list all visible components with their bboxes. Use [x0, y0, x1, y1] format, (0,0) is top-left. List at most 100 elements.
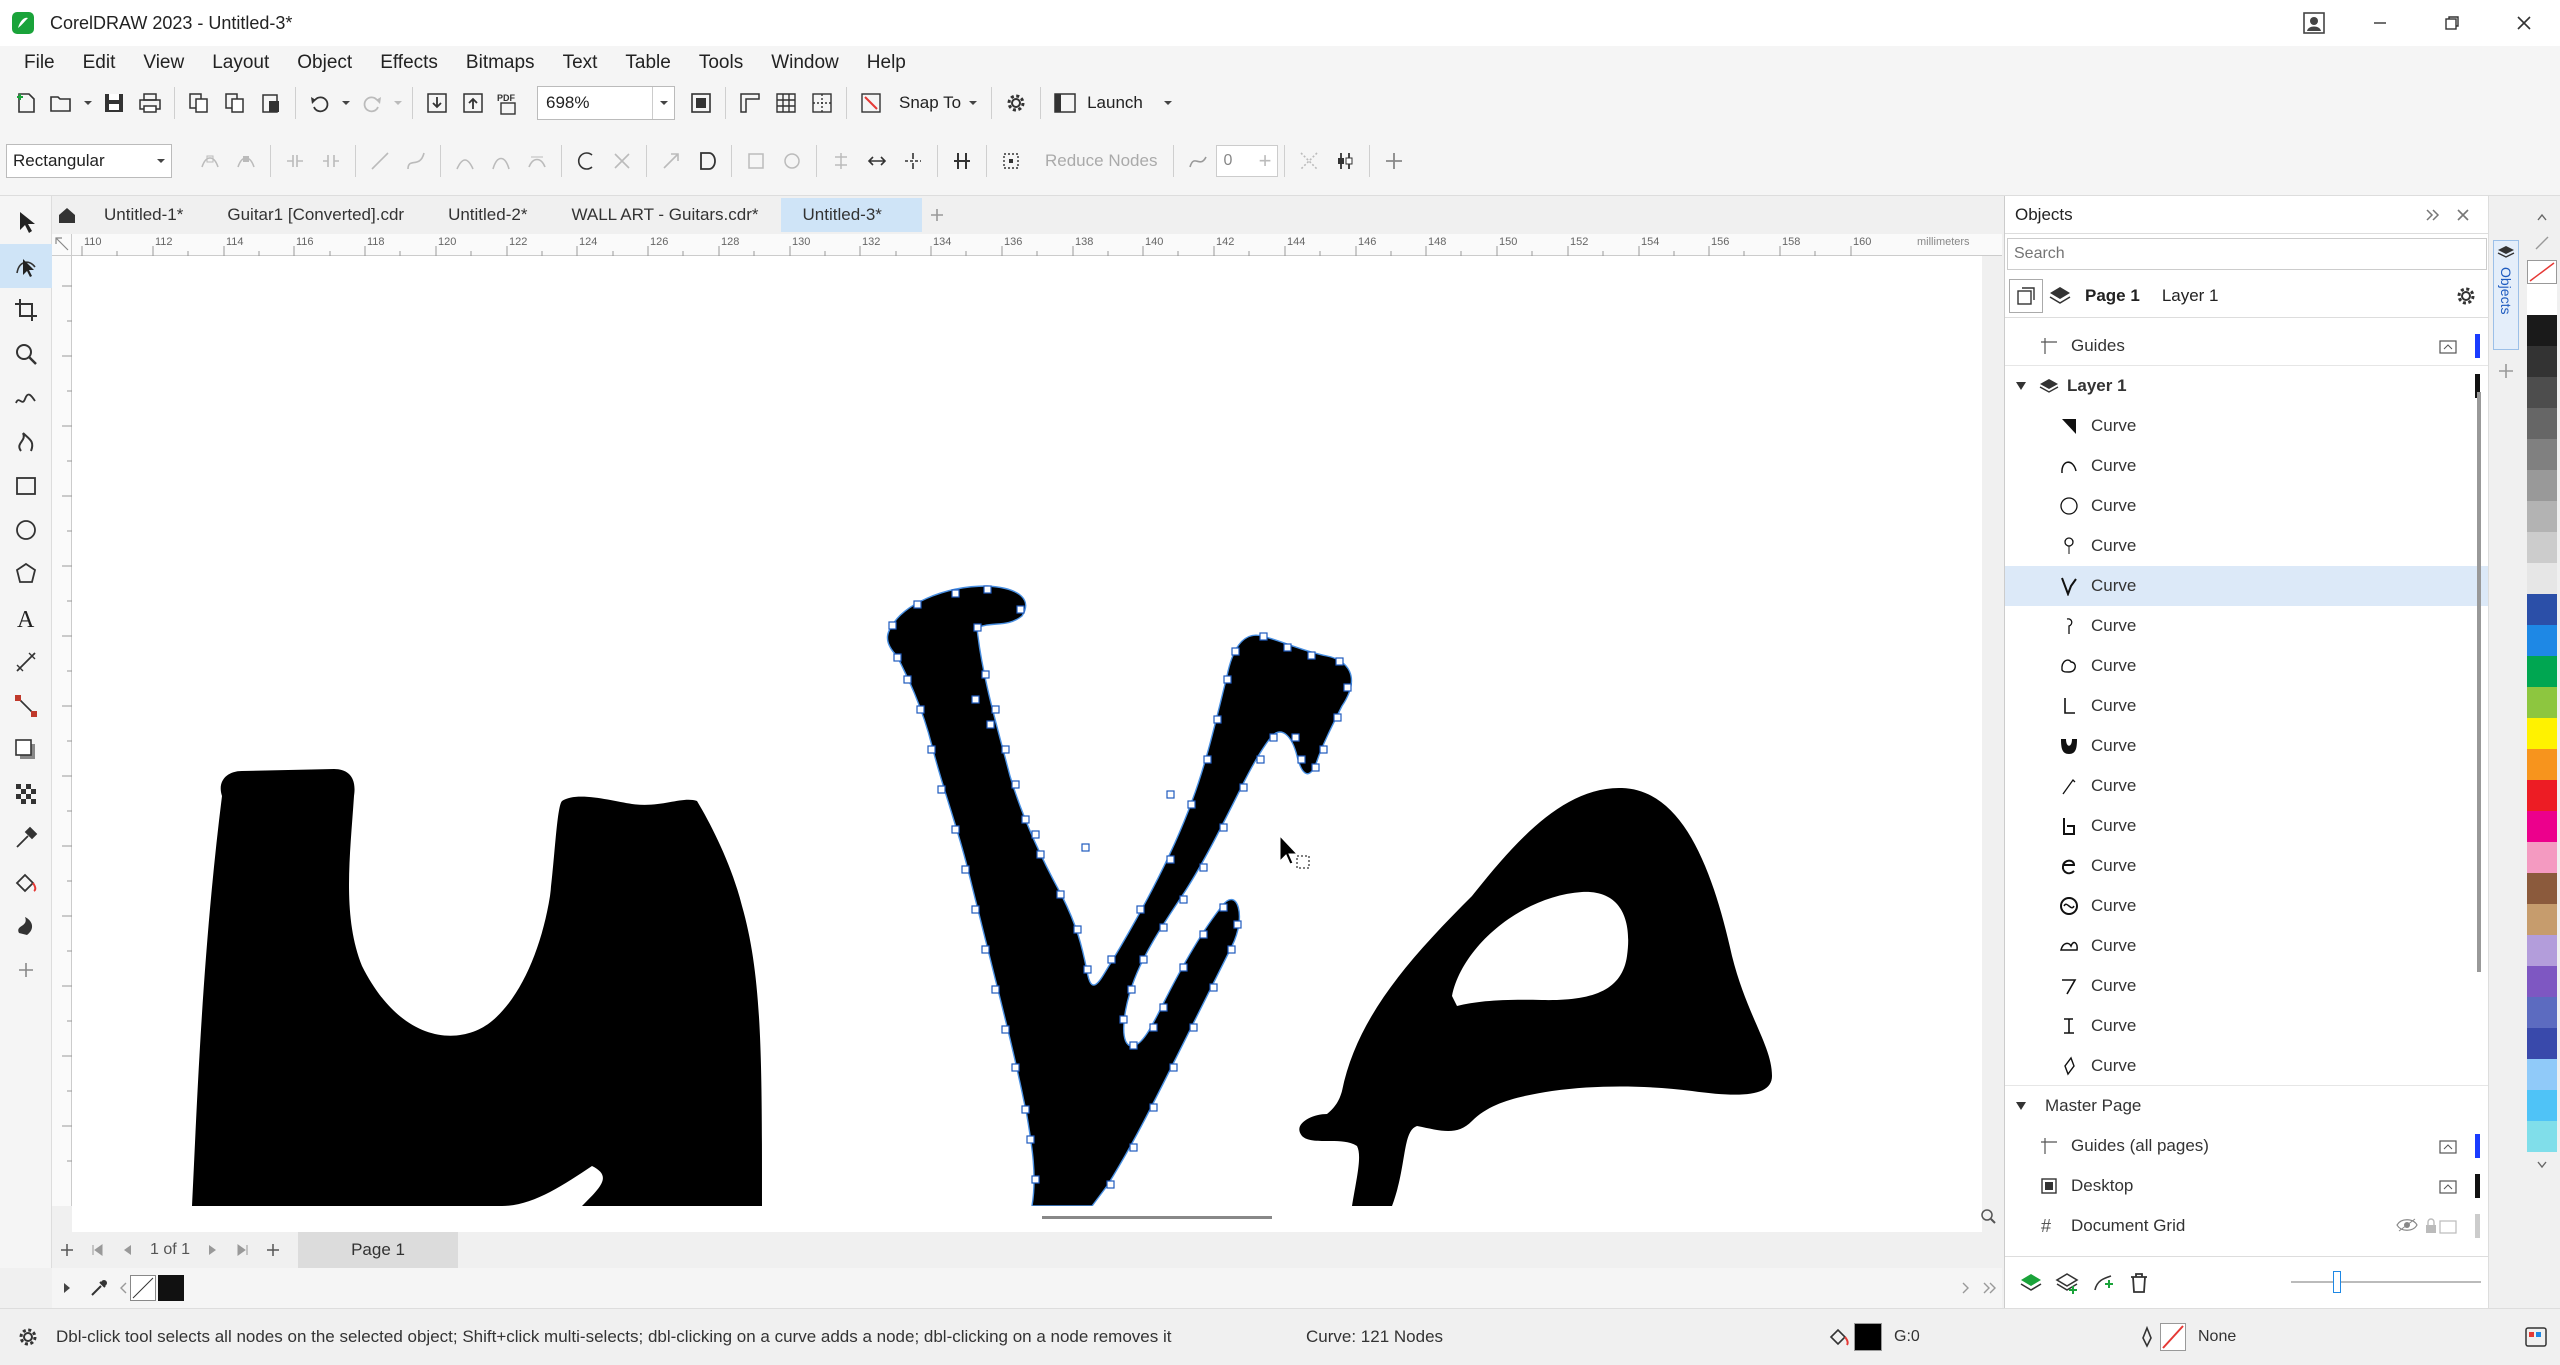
palette-color-swatch[interactable]: [2527, 1090, 2557, 1121]
object-row-curve[interactable]: Curve: [2005, 846, 2488, 886]
launch-dropdown-chevron-icon[interactable]: [1153, 85, 1183, 121]
palette-color-swatch[interactable]: [2527, 501, 2557, 532]
horizontal-scrollbar[interactable]: [1042, 1216, 1272, 1219]
desktop-row[interactable]: Desktop: [2005, 1166, 2488, 1206]
customize-toolbar-plus-icon[interactable]: [1376, 143, 1412, 179]
drawing-canvas[interactable]: [72, 256, 1982, 1206]
palette-scroll-end-icon[interactable]: [1978, 1270, 2002, 1306]
master-page-expand-icon[interactable]: [2015, 1101, 2031, 1111]
cut-icon[interactable]: [181, 85, 217, 121]
ruler-origin-icon[interactable]: [52, 234, 72, 256]
palette-color-swatch[interactable]: [2527, 1059, 2557, 1090]
palette-scroll-right-icon[interactable]: [1954, 1270, 1978, 1306]
no-color-swatch[interactable]: [130, 1275, 156, 1301]
symmetrical-node-icon[interactable]: [519, 143, 555, 179]
redo-dropdown-chevron-icon[interactable]: [390, 85, 406, 121]
mirror-vertical-icon[interactable]: [895, 143, 931, 179]
nodes-marquee-icon[interactable]: [1291, 143, 1327, 179]
palette-color-swatch[interactable]: [2527, 935, 2557, 966]
restore-button[interactable]: [2416, 5, 2488, 41]
object-row-curve[interactable]: Curve: [2005, 606, 2488, 646]
extract-subpath-icon[interactable]: [653, 143, 689, 179]
object-row-curve[interactable]: Curve: [2005, 1046, 2488, 1086]
move-to-layer-icon[interactable]: [2085, 1265, 2121, 1301]
page-view-toggle-icon[interactable]: [2009, 278, 2043, 313]
palette-color-swatch[interactable]: [2527, 966, 2557, 997]
vertical-ruler[interactable]: [52, 256, 72, 1206]
object-row-curve[interactable]: Curve: [2005, 686, 2488, 726]
curve-smoothness-icon[interactable]: [1180, 143, 1216, 179]
add-docker-plus-icon[interactable]: [2497, 362, 2524, 380]
thumbnail-size-slider[interactable]: [2291, 1281, 2481, 1283]
object-row-curve[interactable]: Curve: [2005, 1006, 2488, 1046]
master-page-row[interactable]: Master Page: [2005, 1086, 2488, 1126]
palette-color-swatch[interactable]: [2527, 408, 2557, 439]
last-page-icon[interactable]: [228, 1232, 258, 1268]
first-page-icon[interactable]: [82, 1232, 112, 1268]
outline-color-swatch[interactable]: [2160, 1323, 2186, 1351]
mirror-horizontal-icon[interactable]: [859, 143, 895, 179]
smoothness-plus-icon[interactable]: +: [1259, 148, 1278, 174]
zoom-dropdown-chevron-icon[interactable]: [652, 87, 674, 119]
crop-tool-icon[interactable]: [0, 288, 52, 332]
palette-scroll-down-icon[interactable]: [2524, 1160, 2560, 1174]
menu-table[interactable]: Table: [611, 46, 684, 80]
palette-no-color-swatch[interactable]: [2527, 260, 2557, 284]
zoom-navigator-icon[interactable]: [1976, 1204, 2000, 1228]
object-row-curve[interactable]: Curve: [2005, 766, 2488, 806]
save-icon[interactable]: [96, 85, 132, 121]
desktop-lock-icon[interactable]: [2438, 1177, 2458, 1195]
palette-color-swatch[interactable]: [2527, 749, 2557, 780]
docker-close-icon[interactable]: [2448, 197, 2478, 233]
grid-print-icon[interactable]: [2438, 1217, 2458, 1235]
palette-color-swatch[interactable]: [2527, 470, 2557, 501]
extend-curve-icon[interactable]: [604, 143, 640, 179]
object-row-curve[interactable]: Curve: [2005, 886, 2488, 926]
tab-guitar1-converted[interactable]: Guitar1 [Converted].cdr: [205, 198, 426, 232]
minimize-button[interactable]: [2344, 5, 2416, 41]
tab-untitled-2[interactable]: Untitled-2*: [426, 198, 549, 232]
menu-window[interactable]: Window: [757, 46, 853, 80]
palette-color-swatch[interactable]: [2527, 1028, 2557, 1059]
transparency-tool-icon[interactable]: [0, 772, 52, 816]
shadow-tool-icon[interactable]: [0, 728, 52, 772]
palette-color-swatch[interactable]: [2527, 780, 2557, 811]
selection-mode-dropdown[interactable]: Rectangular: [6, 143, 172, 178]
shape-tool-icon[interactable]: [0, 244, 52, 288]
layers-stack-icon[interactable]: [2043, 278, 2077, 314]
delete-trash-icon[interactable]: [2121, 1265, 2157, 1301]
reduce-nodes-button[interactable]: Reduce Nodes: [1045, 151, 1157, 171]
menu-object[interactable]: Object: [283, 46, 366, 80]
text-tool-icon[interactable]: A: [0, 596, 52, 640]
show-guidelines-icon[interactable]: [804, 85, 840, 121]
node-handles-icon[interactable]: [1327, 143, 1363, 179]
show-grid-icon[interactable]: [768, 85, 804, 121]
palette-color-swatch[interactable]: [2527, 904, 2557, 935]
artistic-media-tool-icon[interactable]: [0, 420, 52, 464]
next-page-icon[interactable]: [198, 1232, 228, 1268]
add-node-icon[interactable]: [192, 143, 228, 179]
connector-tool-icon[interactable]: [0, 684, 52, 728]
palette-color-swatch[interactable]: [2527, 377, 2557, 408]
tab-untitled-1[interactable]: Untitled-1*: [82, 198, 205, 232]
elastic-mode-icon[interactable]: [944, 143, 980, 179]
objects-search-input[interactable]: [2007, 238, 2487, 270]
horizontal-ruler[interactable]: 110 112 114 116 118 120 122 124 126 128 …: [52, 234, 2002, 256]
menu-view[interactable]: View: [129, 46, 198, 80]
menu-layout[interactable]: Layout: [198, 46, 283, 80]
layer-1-row[interactable]: Layer 1: [2005, 366, 2488, 406]
launch-icon[interactable]: [1047, 85, 1083, 121]
fill-color-swatch[interactable]: [1854, 1323, 1882, 1351]
palette-color-swatch[interactable]: [2527, 811, 2557, 842]
palette-color-swatch[interactable]: [2527, 315, 2557, 346]
palette-flyout-icon[interactable]: [2524, 234, 2560, 254]
smooth-node-icon[interactable]: [483, 143, 519, 179]
object-row-curve[interactable]: Curve: [2005, 966, 2488, 1006]
stretch-nodes-icon[interactable]: [738, 143, 774, 179]
palette-color-swatch[interactable]: [2527, 1121, 2557, 1152]
snap-off-icon[interactable]: [853, 85, 889, 121]
palette-color-swatch[interactable]: [2527, 439, 2557, 470]
palette-scroll-left-icon[interactable]: [116, 1270, 130, 1306]
redo-icon[interactable]: [354, 85, 390, 121]
layer-1-expand-icon[interactable]: [2015, 381, 2031, 391]
